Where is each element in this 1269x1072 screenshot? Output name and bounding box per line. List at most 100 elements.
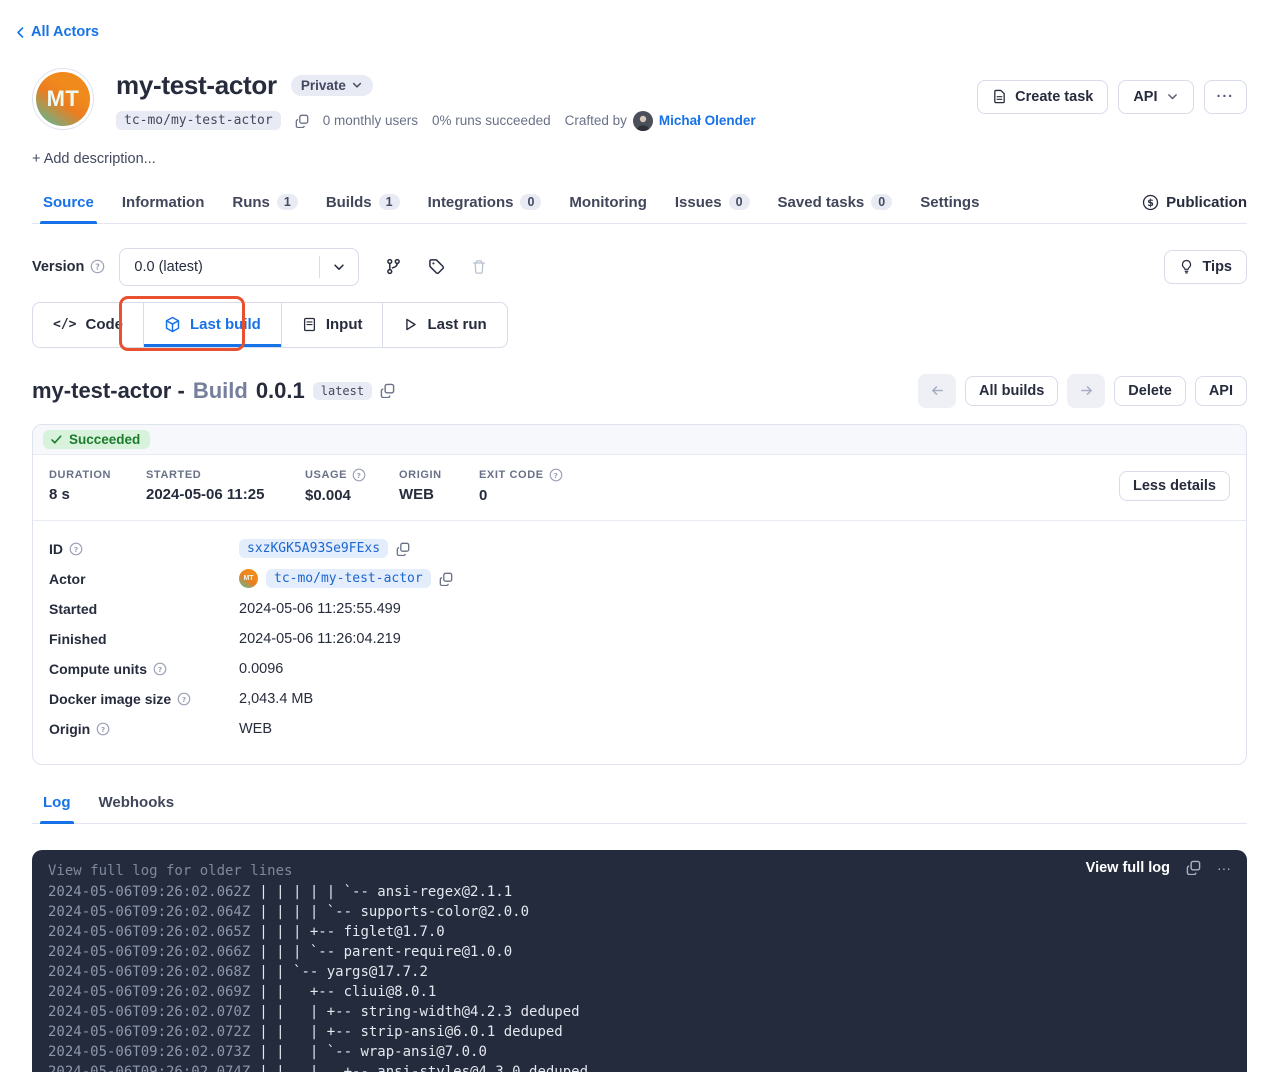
chevron-down-icon <box>1166 90 1179 103</box>
detail-row-actor: Actor MT tc-mo/my-test-actor <box>49 564 1230 594</box>
help-icon[interactable]: ? <box>96 722 110 736</box>
latest-badge: latest <box>313 382 372 400</box>
tab-label: Builds <box>326 194 372 211</box>
log-line: 2024-05-06T09:26:02.066Z| | | `-- parent… <box>48 942 1231 962</box>
subtab-input[interactable]: Input <box>282 303 384 347</box>
actor-link-pill[interactable]: tc-mo/my-test-actor <box>266 569 431 588</box>
actor-mini-avatar: MT <box>239 569 258 588</box>
add-description-link[interactable]: + Add description... <box>32 151 1247 167</box>
log-more-icon[interactable]: ··· <box>1217 860 1231 876</box>
create-task-button[interactable]: Create task <box>977 80 1108 114</box>
previous-build-button[interactable] <box>918 374 956 408</box>
page-title: my-test-actor <box>116 70 277 101</box>
arrow-right-icon <box>1079 383 1094 398</box>
trash-icon[interactable] <box>471 259 487 275</box>
build-api-button[interactable]: API <box>1195 376 1247 406</box>
stat-usage: USAGE ? $0.004 <box>305 468 399 504</box>
tab-log[interactable]: Log <box>32 785 82 823</box>
author-avatar <box>633 111 653 131</box>
copy-icon[interactable] <box>396 542 410 556</box>
main-tab[interactable]: Source <box>32 185 105 223</box>
tips-button[interactable]: Tips <box>1164 250 1247 284</box>
svg-text:?: ? <box>101 724 105 733</box>
log-line: 2024-05-06T09:26:02.065Z| | | +-- figlet… <box>48 922 1231 942</box>
all-actors-label: All Actors <box>31 24 99 40</box>
main-tab[interactable]: Issues 0 <box>664 185 761 223</box>
tab-label: Saved tasks <box>778 194 865 211</box>
actor-header: MT my-test-actor Private tc-mo/my-test-a… <box>32 68 1247 131</box>
tab-label: Runs <box>232 194 270 211</box>
tab-count-badge: 0 <box>871 194 892 210</box>
help-icon[interactable]: ? <box>90 259 105 274</box>
help-icon[interactable]: ? <box>69 542 83 556</box>
runs-succeeded-stat: 0% runs succeeded <box>432 113 551 128</box>
more-actions-button[interactable]: ··· <box>1204 80 1248 114</box>
help-icon[interactable]: ? <box>153 662 167 676</box>
arrow-left-icon <box>930 383 945 398</box>
publication-link[interactable]: $ Publication <box>1142 194 1247 214</box>
tab-count-badge: 0 <box>729 194 750 210</box>
document-icon <box>302 317 317 332</box>
log-line: 2024-05-06T09:26:02.062Z| | | | | `-- an… <box>48 882 1231 902</box>
build-id-value: sxzKGK5A93Se9FExs <box>239 539 388 558</box>
tab-webhooks[interactable]: Webhooks <box>88 785 186 823</box>
version-select[interactable]: 0.0 (latest) <box>119 248 359 286</box>
tab-count-badge: 1 <box>379 194 400 210</box>
visibility-dropdown[interactable]: Private <box>291 75 373 96</box>
build-card: Succeeded DURATION 8 s STARTED 2024-05-0… <box>32 424 1247 765</box>
subtab-last-build[interactable]: Last build <box>144 303 282 347</box>
chevron-down-icon <box>351 79 363 91</box>
crafted-by-label: Crafted by <box>565 113 627 128</box>
log-line: 2024-05-06T09:26:02.064Z| | | | `-- supp… <box>48 902 1231 922</box>
log-line: 2024-05-06T09:26:02.072Z| | | +-- strip-… <box>48 1022 1231 1042</box>
view-full-log-button[interactable]: View full log <box>1086 860 1170 876</box>
main-tab[interactable]: Builds 1 <box>315 185 411 223</box>
copy-icon[interactable] <box>295 114 309 128</box>
help-icon[interactable]: ? <box>549 468 563 482</box>
svg-text:?: ? <box>357 470 362 479</box>
detail-row-id: ID ? sxzKGK5A93Se9FExs <box>49 534 1230 564</box>
help-icon[interactable]: ? <box>352 468 366 482</box>
stat-origin: ORIGIN WEB <box>399 469 479 503</box>
main-tab[interactable]: Integrations 0 <box>417 185 553 223</box>
main-tab[interactable]: Saved tasks 0 <box>767 185 904 223</box>
next-build-button[interactable] <box>1067 374 1105 408</box>
delete-button[interactable]: Delete <box>1114 376 1186 406</box>
subtab-code[interactable]: </> Code <box>33 303 144 347</box>
build-log-terminal: View full log for older lines 2024-05-06… <box>32 850 1247 1072</box>
all-builds-button[interactable]: All builds <box>965 376 1058 406</box>
copy-icon[interactable] <box>380 383 395 398</box>
svg-text:?: ? <box>158 664 162 673</box>
actor-handle: tc-mo/my-test-actor <box>116 111 281 130</box>
log-line: 2024-05-06T09:26:02.069Z| | +-- cliui@8.… <box>48 982 1231 1002</box>
api-dropdown-button[interactable]: API <box>1118 80 1193 114</box>
subtab-last-run[interactable]: Last run <box>383 303 506 347</box>
tab-label: Integrations <box>428 194 514 211</box>
stat-started: STARTED 2024-05-06 11:25 <box>146 469 305 503</box>
main-tab[interactable]: Runs 1 <box>221 185 308 223</box>
code-icon: </> <box>53 317 76 332</box>
version-row: Version ? 0.0 (latest) <box>32 248 1247 286</box>
svg-text:?: ? <box>182 694 186 703</box>
copy-icon[interactable] <box>439 572 453 586</box>
main-tab[interactable]: Information <box>111 185 216 223</box>
less-details-button[interactable]: Less details <box>1119 471 1230 501</box>
all-actors-back-link[interactable]: All Actors <box>14 24 99 40</box>
main-tab[interactable]: Settings <box>909 185 990 223</box>
copy-icon[interactable] <box>1186 860 1201 875</box>
dollar-circle-icon: $ <box>1142 194 1159 211</box>
log-tabbar: Log Webhooks <box>32 785 1247 824</box>
main-tab[interactable]: Monitoring <box>558 185 657 223</box>
check-icon <box>50 433 63 446</box>
tag-icon[interactable] <box>428 258 445 275</box>
actor-avatar: MT <box>32 68 94 130</box>
view-older-lines-link[interactable]: View full log for older lines <box>48 860 1231 882</box>
help-icon[interactable]: ? <box>177 692 191 706</box>
git-branch-icon[interactable] <box>385 258 402 275</box>
tab-count-badge: 0 <box>520 194 541 210</box>
author-link[interactable]: Michał Olender <box>659 113 756 128</box>
source-subtabs: </> Code Last build Input Last run <box>32 302 508 348</box>
svg-text:?: ? <box>96 263 101 272</box>
play-icon <box>403 317 418 332</box>
chevron-left-icon <box>14 26 27 39</box>
